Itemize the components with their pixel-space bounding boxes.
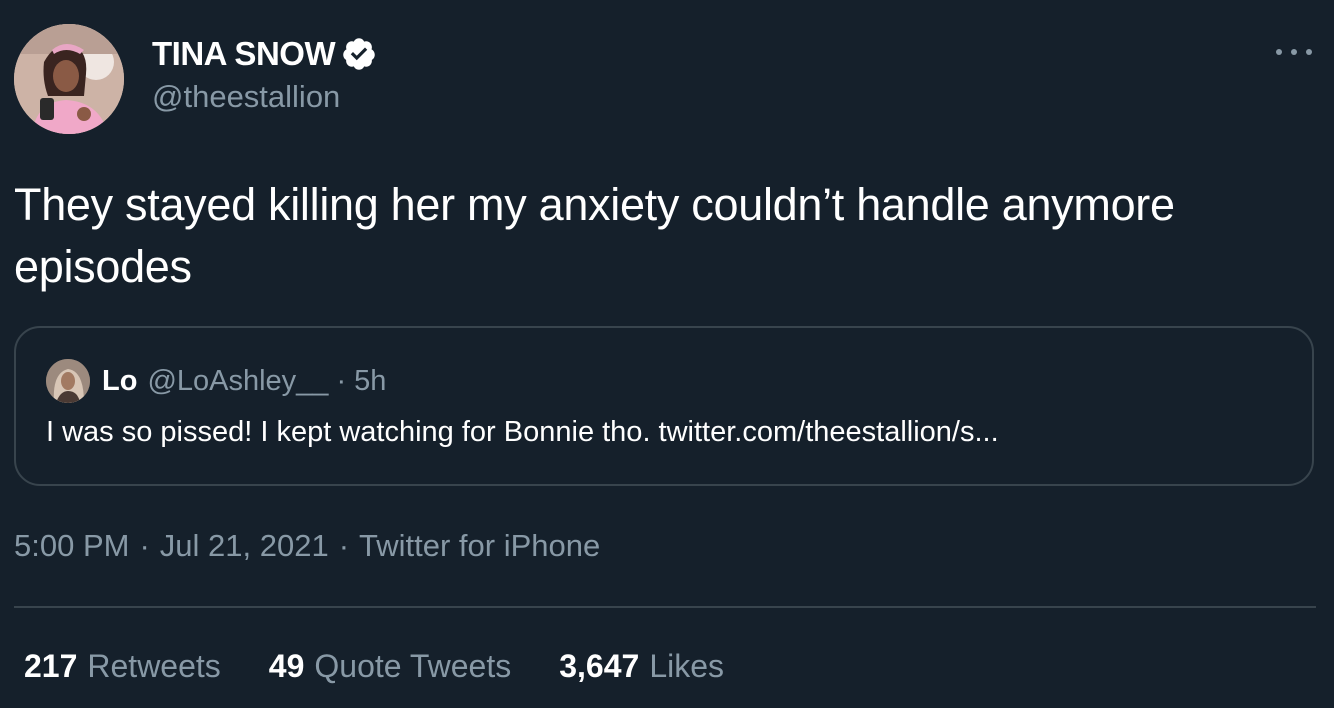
retweets-stat[interactable]: 217 Retweets	[24, 648, 221, 685]
likes-stat[interactable]: 3,647 Likes	[559, 648, 724, 685]
retweets-count: 217	[24, 648, 78, 684]
quoted-author-name: Lo	[102, 364, 138, 397]
tweet-text: They stayed killing her my anxiety could…	[14, 179, 1175, 292]
quoted-timestamp: 5h	[354, 364, 387, 397]
likes-label: Likes	[649, 648, 725, 684]
more-options-icon[interactable]	[1276, 42, 1312, 62]
meta-separator: ·	[139, 528, 150, 563]
quoted-tweet-header: Lo @LoAshley__ · 5h	[46, 358, 386, 404]
tweet-stats: 217 Retweets 49 Quote Tweets 3,647 Likes	[24, 648, 772, 685]
author-display-name[interactable]: TINA SNOW	[152, 35, 336, 73]
meta-separator: ·	[338, 528, 350, 563]
tweet-time[interactable]: 5:00 PM	[14, 528, 129, 564]
quoted-author-avatar	[46, 359, 90, 403]
tweet-source[interactable]: Twitter for iPhone	[359, 528, 600, 564]
quote-tweets-stat[interactable]: 49 Quote Tweets	[269, 648, 511, 685]
quoted-separator: ·	[336, 364, 347, 397]
tweet-date[interactable]: Jul 21, 2021	[160, 528, 329, 564]
likes-count: 3,647	[559, 648, 640, 684]
quoted-tweet-card[interactable]: Lo @LoAshley__ · 5h I was so pissed! I k…	[14, 326, 1314, 486]
quote-tweets-count: 49	[268, 648, 305, 684]
author-avatar[interactable]	[14, 24, 124, 134]
tweet-detail: TINA SNOW @theestallion They stayed kill…	[0, 0, 1334, 708]
verified-badge-icon	[343, 38, 375, 70]
author-handle[interactable]: @theestallion	[152, 79, 340, 115]
retweets-label: Retweets	[87, 648, 221, 684]
author-name-row: TINA SNOW	[152, 32, 377, 76]
divider	[14, 606, 1316, 608]
quoted-author-handle: @LoAshley__	[147, 364, 329, 397]
quoted-tweet-text: I was so pissed! I kept watching for Bon…	[46, 416, 999, 448]
quote-tweets-label: Quote Tweets	[314, 648, 512, 684]
tweet-meta: 5:00 PM · Jul 21, 2021 · Twitter for iPh…	[14, 528, 600, 564]
